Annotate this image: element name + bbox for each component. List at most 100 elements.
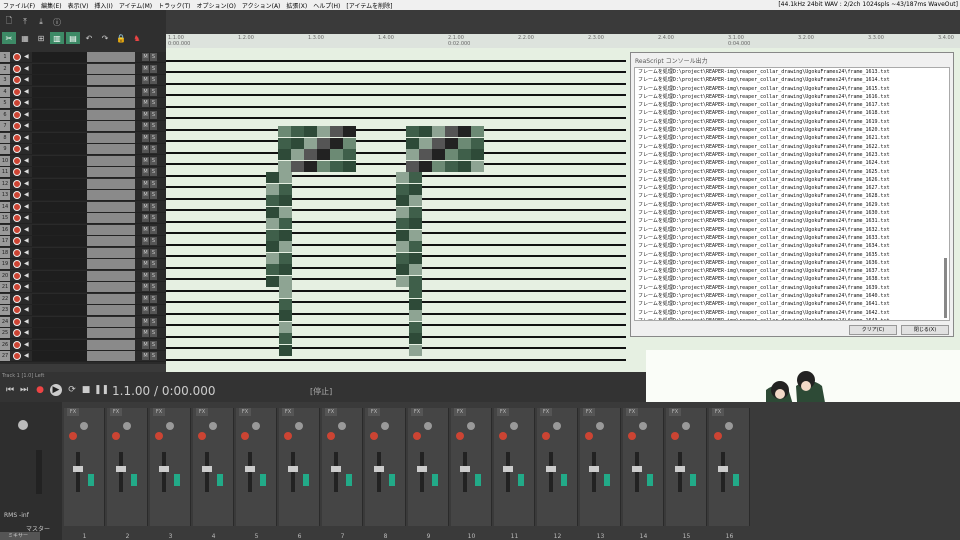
record-arm-button[interactable] (714, 432, 722, 440)
solo-button[interactable]: S (150, 133, 157, 142)
track-name-field[interactable] (32, 270, 87, 281)
speaker-icon[interactable]: ◀ (24, 283, 29, 290)
track-row[interactable]: 22 ◀ MS (0, 293, 166, 305)
track-name-field[interactable] (32, 339, 87, 350)
speaker-icon[interactable]: ◀ (24, 352, 29, 359)
record-arm-button[interactable] (13, 202, 21, 211)
record-arm-button[interactable] (13, 156, 21, 165)
track-row[interactable]: 13 ◀ MS (0, 190, 166, 201)
record-arm-button[interactable] (13, 283, 21, 291)
record-arm-button[interactable] (13, 87, 21, 96)
fx-button[interactable]: FX (239, 408, 251, 416)
mute-button[interactable]: M (142, 352, 149, 360)
record-arm-button[interactable] (13, 179, 21, 188)
pan-knob[interactable] (639, 422, 647, 430)
record-arm-button[interactable] (13, 53, 21, 61)
track-name-field[interactable] (32, 167, 87, 177)
fx-button[interactable]: FX (411, 408, 423, 416)
track-name-field[interactable] (32, 305, 87, 315)
go-to-start-icon[interactable]: ⏮ (4, 384, 16, 396)
track-name-field[interactable] (32, 121, 87, 131)
locking-icon[interactable]: ▤ (66, 32, 80, 44)
volume-fader[interactable] (119, 452, 123, 492)
mute-button[interactable]: M (142, 122, 149, 130)
fx-button[interactable]: FX (325, 408, 337, 416)
solo-button[interactable]: S (150, 260, 157, 268)
clear-button[interactable]: クリア(C) (849, 325, 897, 335)
track-lane[interactable] (166, 110, 626, 119)
solo-button[interactable]: S (150, 110, 157, 119)
stop-icon[interactable]: ■ (80, 384, 92, 396)
volume-fader[interactable] (162, 452, 166, 492)
solo-button[interactable]: S (150, 76, 157, 84)
solo-button[interactable]: S (150, 156, 157, 165)
menu-item[interactable]: 編集(E) (38, 1, 64, 10)
record-arm-button[interactable] (456, 432, 464, 440)
speaker-icon[interactable]: ◀ (24, 329, 29, 336)
volume-fader[interactable] (334, 452, 338, 492)
speaker-icon[interactable]: ◀ (24, 134, 29, 141)
record-arm-button[interactable] (13, 248, 21, 257)
menu-item[interactable]: [アイテムを削除] (343, 1, 395, 10)
track-lane[interactable] (166, 98, 626, 108)
fader-cap[interactable] (589, 466, 599, 472)
mute-button[interactable]: M (142, 179, 149, 188)
fader-cap[interactable] (718, 466, 728, 472)
pan-knob[interactable] (424, 422, 432, 430)
volume-fader[interactable] (592, 452, 596, 492)
solo-button[interactable]: S (150, 248, 157, 257)
solo-button[interactable]: S (150, 271, 157, 280)
close-button[interactable]: 閉じる(X) (901, 325, 949, 335)
pan-knob[interactable] (80, 422, 88, 430)
track-row[interactable]: 19 ◀ MS (0, 259, 166, 270)
track-row[interactable]: 18 ◀ MS (0, 247, 166, 259)
track-row[interactable]: 20 ◀ MS (0, 270, 166, 282)
record-arm-button[interactable] (671, 432, 679, 440)
volume-fader[interactable] (377, 452, 381, 492)
fx-button[interactable]: FX (282, 408, 294, 416)
speaker-icon[interactable]: ◀ (24, 180, 29, 187)
track-row[interactable]: 7 ◀ MS (0, 121, 166, 132)
track-lane[interactable] (166, 351, 626, 361)
fader-cap[interactable] (546, 466, 556, 472)
master-fader[interactable] (36, 450, 42, 494)
track-name-field[interactable] (32, 213, 87, 223)
track-row[interactable]: 12 ◀ MS (0, 178, 166, 190)
pan-knob[interactable] (123, 422, 131, 430)
track-row[interactable]: 26 ◀ MS (0, 339, 166, 351)
record-arm-button[interactable] (13, 99, 21, 107)
record-arm-button[interactable] (370, 432, 378, 440)
speaker-icon[interactable]: ◀ (24, 168, 29, 175)
record-arm-button[interactable] (13, 64, 21, 73)
fx-button[interactable]: FX (540, 408, 552, 416)
mute-button[interactable]: M (142, 202, 149, 211)
pan-knob[interactable] (725, 422, 733, 430)
track-row[interactable]: 10 ◀ MS (0, 155, 166, 167)
volume-fader[interactable] (463, 452, 467, 492)
track-lane[interactable] (166, 64, 626, 73)
menu-item[interactable]: 挿入(I) (91, 1, 115, 10)
record-arm-button[interactable] (542, 432, 550, 440)
solo-button[interactable]: S (150, 202, 157, 211)
track-lane[interactable] (166, 328, 626, 338)
speaker-icon[interactable]: ◀ (24, 191, 29, 198)
fader-cap[interactable] (245, 466, 255, 472)
track-row[interactable]: 27 ◀ MS (0, 351, 166, 362)
speaker-icon[interactable]: ◀ (24, 226, 29, 233)
menu-item[interactable]: アクション(A) (239, 1, 284, 10)
record-arm-button[interactable] (13, 168, 21, 176)
mute-button[interactable]: M (142, 340, 149, 349)
track-name-field[interactable] (32, 190, 87, 200)
fader-cap[interactable] (417, 466, 427, 472)
mute-button[interactable]: M (142, 271, 149, 280)
record-arm-button[interactable] (13, 260, 21, 268)
track-lane[interactable] (166, 133, 626, 142)
track-lane[interactable] (166, 144, 626, 154)
undo-icon[interactable]: ↶ (82, 32, 96, 44)
track-lane[interactable] (166, 75, 626, 85)
track-row[interactable]: 11 ◀ MS (0, 167, 166, 178)
solo-button[interactable]: S (150, 99, 157, 107)
speaker-icon[interactable]: ◀ (24, 99, 29, 106)
track-row[interactable]: 17 ◀ MS (0, 236, 166, 247)
speaker-icon[interactable]: ◀ (24, 145, 29, 152)
